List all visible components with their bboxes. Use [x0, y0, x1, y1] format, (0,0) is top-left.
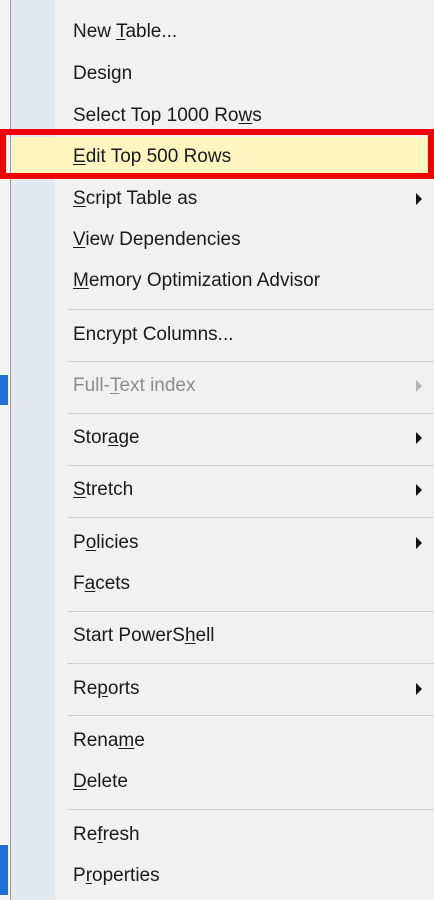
menu-separator [67, 809, 434, 810]
menu-item-label: Encrypt Columns... [73, 324, 234, 345]
menu-item-start-powershell[interactable]: Start PowerShell [11, 616, 434, 656]
menu-item-label: Reports [73, 678, 140, 699]
menu-separator [67, 611, 434, 612]
menu-item-label: Storage [73, 427, 140, 448]
background-selection-fragment [0, 375, 8, 405]
menu-item-label: Start PowerShell [73, 625, 215, 646]
menu-item-fulltext-index[interactable]: Full-Text index [11, 366, 434, 406]
menu-item-delete[interactable]: Delete [11, 762, 434, 802]
menu-item-script-table[interactable]: Script Table as [11, 179, 434, 219]
menu-item-label: Refresh [73, 824, 140, 845]
menu-item-view-dependencies[interactable]: View Dependencies [11, 220, 434, 260]
menu-item-refresh[interactable]: Refresh [11, 815, 434, 855]
submenu-arrow-icon [416, 484, 422, 496]
submenu-arrow-icon [416, 193, 422, 205]
menu-item-label: New Table... [73, 21, 178, 42]
menu-item-stretch[interactable]: Stretch [11, 470, 434, 510]
menu-item-label: Policies [73, 532, 139, 553]
menu-item-label: Stretch [73, 479, 134, 500]
menu-item-properties[interactable]: Properties [11, 856, 434, 896]
menu-item-new-table[interactable]: New Table... [11, 12, 434, 52]
menu-item-label: Delete [73, 771, 128, 792]
menu-item-label: Select Top 1000 Rows [73, 105, 262, 126]
menu-separator [67, 413, 434, 414]
menu-separator [67, 309, 434, 310]
background-selection-fragment [0, 845, 8, 895]
menu-separator [67, 663, 434, 664]
menu-item-policies[interactable]: Policies [11, 523, 434, 563]
menu-item-design[interactable]: Design [11, 54, 434, 94]
menu-item-label: Memory Optimization Advisor [73, 270, 321, 291]
submenu-arrow-icon [416, 537, 422, 549]
menu-separator [67, 465, 434, 466]
highlight-annotation-box [0, 129, 434, 179]
submenu-arrow-icon [416, 683, 422, 695]
menu-item-label: Full-Text index [73, 375, 196, 396]
submenu-arrow-icon [416, 432, 422, 444]
menu-item-label: Rename [73, 730, 145, 751]
menu-item-facets[interactable]: Facets [11, 564, 434, 604]
menu-item-rename[interactable]: Rename [11, 721, 434, 761]
menu-item-label: View Dependencies [73, 229, 241, 250]
menu-separator [67, 361, 434, 362]
menu-item-label: Facets [73, 573, 131, 594]
menu-item-label: Script Table as [73, 188, 198, 209]
submenu-arrow-icon [416, 380, 422, 392]
menu-item-storage[interactable]: Storage [11, 418, 434, 458]
menu-item-label: Properties [73, 865, 160, 886]
menu-item-reports[interactable]: Reports [11, 669, 434, 709]
menu-separator [67, 715, 434, 716]
menu-separator [67, 517, 434, 518]
menu-item-memory-optimization[interactable]: Memory Optimization Advisor [11, 261, 434, 301]
menu-item-encrypt-columns[interactable]: Encrypt Columns... [11, 315, 434, 355]
menu-item-label: Design [73, 63, 133, 84]
